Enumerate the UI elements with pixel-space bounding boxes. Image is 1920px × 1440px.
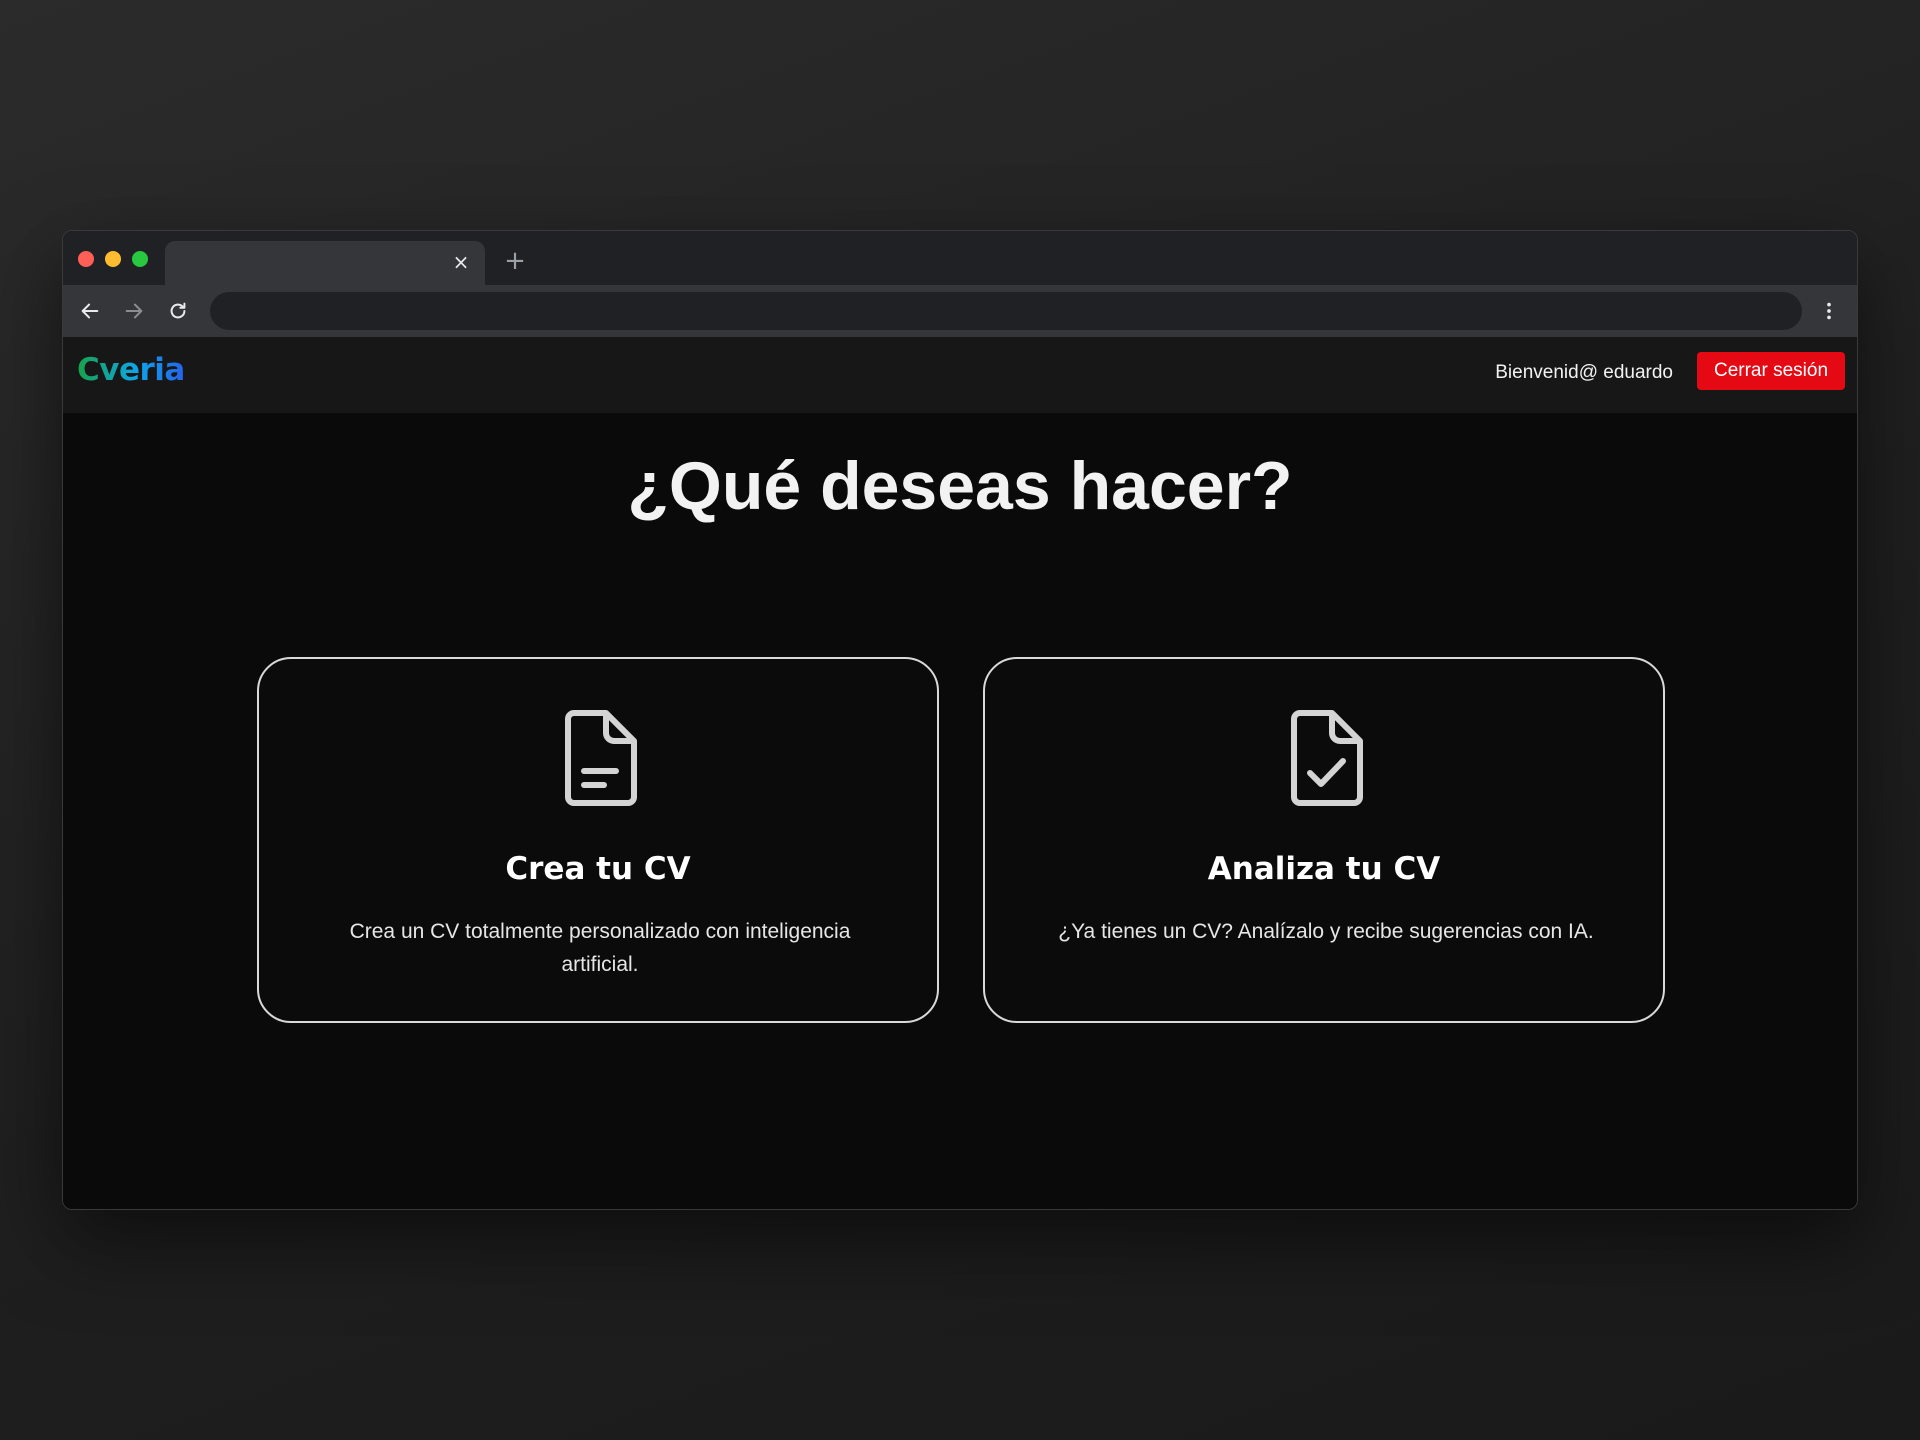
analyze-cv-card[interactable]: Analiza tu CV ¿Ya tienes un CV? Analízal… [983, 657, 1665, 1023]
logout-button[interactable]: Cerrar sesión [1697, 352, 1845, 390]
page-title: ¿Qué deseas hacer? [627, 448, 1293, 524]
card-description: ¿Ya tienes un CV? Analízalo y recibe sug… [1058, 920, 1594, 943]
browser-tab[interactable]: × [165, 241, 485, 285]
maximize-window-button[interactable] [132, 251, 148, 267]
card-title: Analiza tu CV [1207, 851, 1441, 887]
tab-close-icon[interactable]: × [449, 250, 473, 274]
arrow-left-icon [81, 303, 99, 319]
browser-window: × + Cveria Bienvenid@ eduardo Cerrar ses… [62, 230, 1858, 1210]
forward-button[interactable] [118, 295, 150, 327]
page-content: Cveria Bienvenid@ eduardo Cerrar sesión … [63, 337, 1857, 1209]
browser-toolbar [63, 285, 1857, 337]
document-check-icon [1291, 710, 1363, 806]
more-vertical-icon [1827, 302, 1831, 320]
app-logo[interactable]: Cveria [77, 352, 185, 388]
app-navbar: Cveria Bienvenid@ eduardo Cerrar sesión [63, 337, 1857, 413]
address-bar[interactable] [210, 292, 1802, 330]
card-description: Crea un CV totalmente personalizado con … [349, 920, 851, 976]
browser-menu-button[interactable] [1813, 295, 1845, 327]
create-cv-card[interactable]: Crea tu CV Crea un CV totalmente persona… [257, 657, 939, 1023]
back-button[interactable] [74, 295, 106, 327]
close-window-button[interactable] [78, 251, 94, 267]
welcome-text: Bienvenid@ eduardo [1495, 362, 1673, 383]
new-tab-button[interactable]: + [499, 245, 531, 277]
minimize-window-button[interactable] [105, 251, 121, 267]
reload-button[interactable] [162, 295, 194, 327]
document-text-icon [565, 710, 637, 806]
reload-icon [170, 302, 186, 319]
card-title: Crea tu CV [505, 851, 691, 887]
tab-strip: × + [63, 231, 1857, 285]
arrow-right-icon [125, 303, 143, 319]
